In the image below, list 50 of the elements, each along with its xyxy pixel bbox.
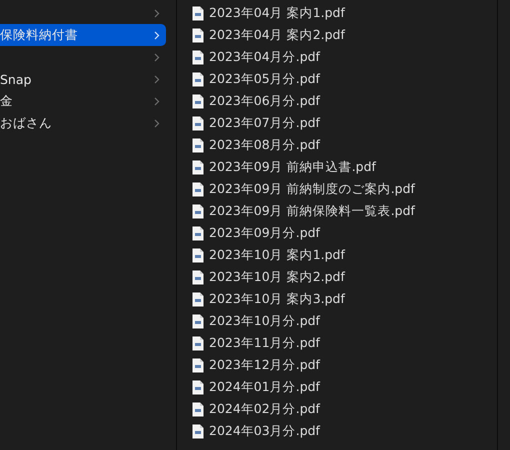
pdf-file-icon: [192, 138, 204, 152]
pdf-file-icon: [192, 402, 204, 416]
pdf-file-icon: [192, 292, 204, 306]
file-name[interactable]: 2023年09月 前納申込書.pdf: [209, 158, 376, 176]
pdf-file-icon: [192, 50, 204, 64]
file-name[interactable]: 2023年10月 案内3.pdf: [209, 290, 345, 308]
chevron-icon: [154, 30, 160, 40]
chevron-icon: [154, 74, 160, 84]
pdf-file-icon: [192, 6, 204, 20]
file-name[interactable]: 2023年09月分.pdf: [209, 224, 320, 242]
file-name[interactable]: 2023年11月分.pdf: [209, 334, 320, 352]
file-name[interactable]: 2023年04月分.pdf: [209, 48, 320, 66]
folder-item[interactable]: おばさん: [0, 112, 166, 134]
file-name[interactable]: 2023年09月 前納保険料一覧表.pdf: [209, 202, 415, 220]
file-name[interactable]: 2023年04月 案内2.pdf: [209, 26, 345, 44]
file-name[interactable]: 2024年03月分.pdf: [209, 422, 320, 440]
pdf-file-icon: [192, 424, 204, 438]
file-name[interactable]: 2023年06月分.pdf: [209, 92, 320, 110]
file-name[interactable]: 2024年02月分.pdf: [209, 400, 320, 418]
file-name[interactable]: 2023年12月分.pdf: [209, 356, 320, 374]
folder-item[interactable]: Snap: [0, 68, 166, 90]
chevron-icon: [154, 118, 160, 128]
pdf-file-icon: [192, 116, 204, 130]
chevron-icon: [154, 8, 160, 18]
pdf-file-icon: [192, 182, 204, 196]
pdf-file-icon: [192, 270, 204, 284]
folder-item[interactable]: 金: [0, 90, 166, 112]
file-name[interactable]: 2023年04月 案内1.pdf: [209, 4, 345, 22]
pdf-file-icon: [192, 204, 204, 218]
pdf-file-icon: [192, 226, 204, 240]
pdf-file-icon: [192, 72, 204, 86]
pdf-file-icon: [192, 94, 204, 108]
pdf-file-icon: [192, 160, 204, 174]
pdf-file-icon: [192, 314, 204, 328]
pdf-file-icon: [192, 28, 204, 42]
file-name[interactable]: 2023年07月分.pdf: [209, 114, 320, 132]
file-name[interactable]: 2023年05月分.pdf: [209, 70, 320, 88]
pdf-file-icon: [192, 248, 204, 262]
chevron-icon: [154, 52, 160, 62]
file-name[interactable]: 2023年10月 案内2.pdf: [209, 268, 345, 286]
chevron-icon: [154, 96, 160, 106]
file-name[interactable]: 2023年09月 前納制度のご案内.pdf: [209, 180, 415, 198]
file-name[interactable]: 2023年08月分.pdf: [209, 136, 320, 154]
pdf-file-icon: [192, 336, 204, 350]
file-name[interactable]: 2024年01月分.pdf: [209, 378, 320, 396]
folder-item[interactable]: 保険料納付書: [0, 24, 166, 46]
file-name[interactable]: 2023年10月分.pdf: [209, 312, 320, 330]
pdf-file-icon: [192, 380, 204, 394]
file-name[interactable]: 2023年10月 案内1.pdf: [209, 246, 345, 264]
pdf-file-icon: [192, 358, 204, 372]
